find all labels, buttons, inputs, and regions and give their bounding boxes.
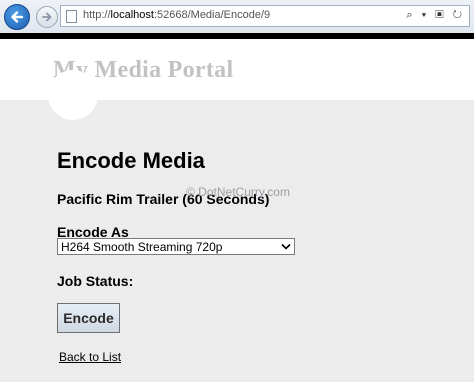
address-tools[interactable]: ⌕ ▾ ▣ ↻ (406, 9, 465, 22)
chevron-down-icon (281, 243, 291, 250)
browser-toolbar: http://localhost:52668/Media/Encode/9 ⌕ … (0, 0, 474, 33)
encode-preset-value: H264 Smooth Streaming 720p (61, 240, 223, 254)
back-to-list-link[interactable]: Back to List (59, 350, 121, 364)
back-button[interactable] (4, 4, 30, 30)
address-url[interactable]: http://localhost:52668/Media/Encode/9 (83, 9, 270, 21)
header-decoration (48, 70, 98, 120)
job-status-label: Job Status: (57, 273, 134, 289)
watermark: © DotNetCurry.com (186, 185, 290, 199)
arrow-right-icon (42, 12, 52, 22)
page-icon (66, 10, 77, 23)
encode-button[interactable]: Encode (57, 303, 120, 333)
address-bar[interactable]: http://localhost:52668/Media/Encode/9 ⌕ … (60, 5, 470, 27)
arrow-left-icon (11, 11, 24, 23)
encode-preset-select[interactable]: H264 Smooth Streaming 720p (57, 238, 295, 255)
page-title: Encode Media (57, 148, 205, 173)
forward-button[interactable] (36, 6, 58, 28)
